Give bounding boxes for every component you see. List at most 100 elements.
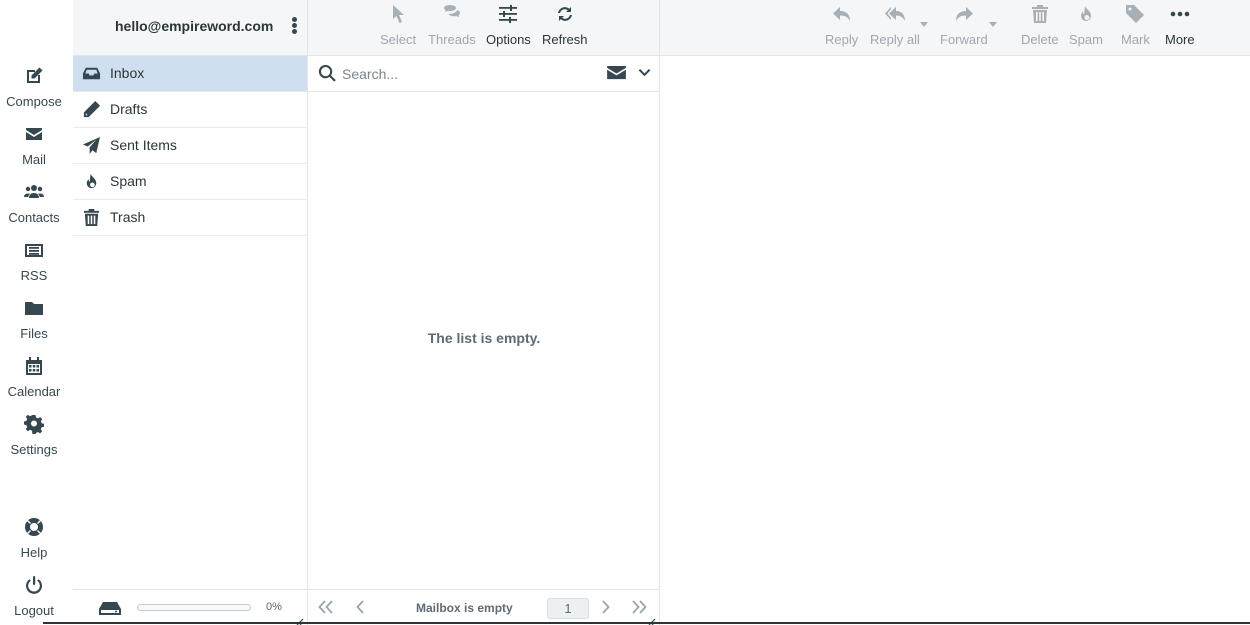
rss-list-icon — [0, 240, 68, 264]
folder-label-drafts: Drafts — [110, 101, 148, 117]
settings-button[interactable]: Settings — [0, 410, 68, 462]
trash-icon — [1021, 4, 1059, 28]
list-toolbar: Select Threads Options Refresh — [308, 0, 659, 56]
last-page-icon[interactable] — [631, 600, 649, 616]
resize-grip-icon[interactable] — [648, 613, 656, 625]
reply-all-label: Reply all — [870, 32, 920, 47]
reply-all-icon — [870, 4, 920, 28]
refresh-button[interactable]: Refresh — [542, 4, 588, 47]
forward-icon — [940, 4, 988, 28]
folder-label-spam: Spam — [110, 173, 147, 189]
search-bar — [308, 56, 659, 92]
bottom-divider — [43, 622, 1250, 624]
folder-label-trash: Trash — [110, 209, 146, 225]
forward-dropdown-caret-icon[interactable] — [989, 22, 997, 27]
pencil-icon — [82, 100, 102, 120]
previous-page-icon[interactable] — [352, 600, 370, 616]
gear-icon — [0, 414, 68, 438]
rss-button[interactable]: RSS — [0, 236, 68, 288]
folder-item-inbox[interactable]: Inbox — [73, 56, 307, 92]
account-menu-kebab-icon[interactable] — [287, 16, 301, 38]
paper-plane-icon — [82, 136, 102, 156]
settings-label: Settings — [10, 442, 58, 457]
reply-button[interactable]: Reply — [825, 4, 858, 47]
folder-item-drafts[interactable]: Drafts — [73, 92, 307, 128]
fire-icon — [1069, 4, 1103, 28]
threads-button[interactable]: Threads — [428, 4, 476, 47]
logout-label: Logout — [14, 603, 54, 618]
more-button[interactable]: More — [1165, 4, 1195, 47]
options-button[interactable]: Options — [486, 4, 531, 47]
files-label: Files — [20, 326, 48, 341]
calendar-button[interactable]: Calendar — [0, 352, 68, 404]
message-toolbar: Reply Reply all Forward Delete Spam Mark… — [660, 0, 1250, 56]
forward-label: Forward — [940, 32, 988, 47]
comments-icon — [428, 4, 476, 28]
first-page-icon[interactable] — [318, 600, 336, 616]
fire-icon — [82, 172, 102, 192]
reply-all-dropdown-caret-icon[interactable] — [920, 22, 928, 27]
resize-grip-icon[interactable] — [296, 613, 304, 625]
spam-label: Spam — [1069, 32, 1103, 47]
message-list-panel: Select Threads Options Refresh The list … — [308, 0, 660, 625]
compose-button[interactable]: Compose — [0, 62, 68, 114]
help-label: Help — [20, 545, 48, 560]
list-footer: Mailbox is empty 1 — [308, 589, 660, 625]
folder-sidebar: hello@empireword.com Inbox Drafts Sent I… — [73, 0, 308, 625]
next-page-icon[interactable] — [598, 600, 616, 616]
users-icon — [0, 182, 68, 206]
lifebuoy-icon — [0, 517, 68, 541]
folder-label-inbox: Inbox — [110, 65, 145, 81]
page-number-input[interactable]: 1 — [547, 598, 589, 619]
spam-button[interactable]: Spam — [1069, 4, 1103, 47]
files-button[interactable]: Files — [0, 294, 68, 346]
search-icon[interactable] — [318, 64, 338, 84]
folder-item-trash[interactable]: Trash — [73, 200, 307, 236]
folder-item-sent[interactable]: Sent Items — [73, 128, 307, 164]
power-icon — [0, 575, 68, 599]
mark-button[interactable]: Mark — [1121, 4, 1150, 47]
tag-icon — [1121, 4, 1150, 28]
pointer-icon — [380, 4, 416, 28]
empty-list-message: The list is empty. — [427, 330, 541, 346]
delete-label: Delete — [1021, 32, 1059, 47]
rss-label: RSS — [20, 268, 48, 283]
reply-label: Reply — [825, 32, 859, 47]
compose-icon — [0, 66, 68, 90]
refresh-label: Refresh — [542, 32, 588, 47]
quota-progress-bar — [137, 604, 251, 611]
chevron-down-icon[interactable] — [638, 66, 652, 80]
select-button[interactable]: Select — [380, 4, 416, 47]
account-email: hello@empireword.com — [115, 18, 274, 34]
reply-all-button[interactable]: Reply all — [870, 4, 920, 47]
task-menu: Compose Mail Contacts RSS Files Calendar — [0, 0, 73, 625]
compose-label: Compose — [6, 94, 62, 109]
calendar-icon — [0, 356, 68, 380]
folder-item-spam[interactable]: Spam — [73, 164, 307, 200]
mark-label: Mark — [1121, 32, 1150, 47]
search-scope-envelope-icon[interactable] — [607, 65, 627, 83]
contacts-button[interactable]: Contacts — [0, 178, 68, 230]
inbox-icon — [82, 64, 102, 84]
options-label: Options — [486, 32, 531, 47]
folder-icon — [0, 298, 68, 322]
message-count: Mailbox is empty — [416, 601, 513, 615]
envelope-icon — [0, 124, 68, 148]
sliders-icon — [486, 4, 531, 28]
ellipsis-icon — [1165, 4, 1195, 28]
threads-label: Threads — [428, 32, 476, 47]
hard-drive-icon — [99, 600, 121, 616]
search-input[interactable] — [342, 63, 592, 85]
delete-button[interactable]: Delete — [1021, 4, 1059, 47]
forward-button[interactable]: Forward — [940, 4, 988, 47]
logout-button[interactable]: Logout — [0, 571, 68, 623]
help-button[interactable]: Help — [0, 513, 68, 565]
quota-footer: 0% — [73, 589, 308, 625]
sidebar-header: hello@empireword.com — [73, 0, 307, 56]
trash-icon — [82, 208, 102, 228]
message-content-panel: Reply Reply all Forward Delete Spam Mark… — [660, 0, 1250, 625]
contacts-label: Contacts — [8, 210, 60, 225]
mail-button[interactable]: Mail — [0, 120, 68, 172]
calendar-label: Calendar — [7, 384, 61, 399]
quota-percent: 0% — [266, 601, 282, 613]
